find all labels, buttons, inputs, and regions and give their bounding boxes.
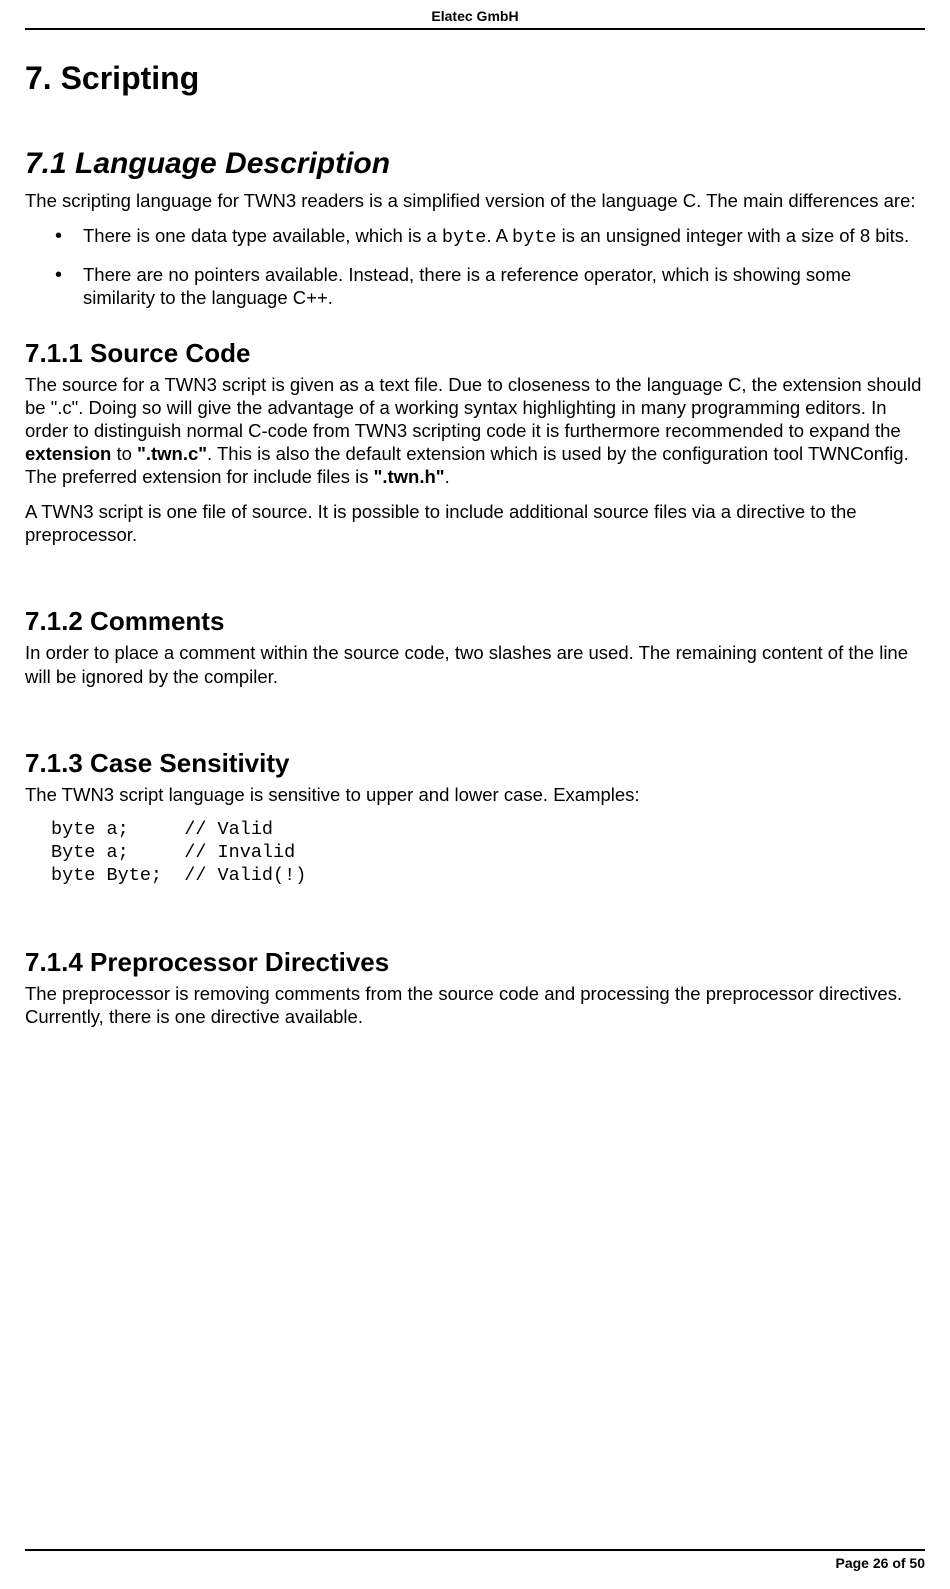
page-content: 7. Scripting 7.1 Language Description Th… bbox=[25, 30, 925, 1028]
bullet-1-code-2: byte bbox=[512, 227, 556, 248]
section-7-1-2-heading: 7.1.2 Comments bbox=[25, 606, 925, 637]
section-7-1-1-p2: A TWN3 script is one file of source. It … bbox=[25, 500, 925, 546]
section-7-1-heading: 7.1 Language Description bbox=[25, 147, 925, 181]
p1-bold-extension: extension bbox=[25, 443, 111, 464]
page-number: Page 26 of 50 bbox=[836, 1555, 926, 1571]
section-7-1-1-p1: The source for a TWN3 script is given as… bbox=[25, 373, 925, 489]
section-7-1-4-heading: 7.1.4 Preprocessor Directives bbox=[25, 947, 925, 978]
section-7-1-4-p1: The preprocessor is removing comments fr… bbox=[25, 982, 925, 1028]
p1-bold-twn-c: ".twn.c" bbox=[137, 443, 207, 464]
section-7-1-1-heading: 7.1.1 Source Code bbox=[25, 338, 925, 369]
company-name: Elatec GmbH bbox=[431, 8, 518, 24]
bullet-1-text-b: . A bbox=[486, 225, 512, 246]
bullet-1-code-1: byte bbox=[442, 227, 486, 248]
bullet-2: There are no pointers available. Instead… bbox=[25, 263, 925, 309]
section-7-1-3-heading: 7.1.3 Case Sensitivity bbox=[25, 748, 925, 779]
p1-part-c: to bbox=[111, 443, 137, 464]
section-7-1-3-p1: The TWN3 script language is sensitive to… bbox=[25, 783, 925, 806]
bullet-1-text-a: There is one data type available, which … bbox=[83, 225, 442, 246]
chapter-heading: 7. Scripting bbox=[25, 60, 925, 97]
code-example-case-sensitivity: byte a; // Valid Byte a; // Invalid byte… bbox=[51, 818, 925, 887]
p1-bold-twn-h: ".twn.h" bbox=[374, 466, 445, 487]
page-footer: Page 26 of 50 bbox=[25, 1549, 925, 1571]
p1-part-e: . bbox=[445, 466, 450, 487]
bullet-1-text-c: is an unsigned integer with a size of 8 … bbox=[556, 225, 909, 246]
bullet-1: There is one data type available, which … bbox=[25, 224, 925, 249]
p1-part-a: The source for a TWN3 script is given as… bbox=[25, 374, 921, 441]
page-header: Elatec GmbH bbox=[25, 0, 925, 30]
section-7-1-intro: The scripting language for TWN3 readers … bbox=[25, 189, 925, 212]
section-7-1-2-p1: In order to place a comment within the s… bbox=[25, 641, 925, 687]
section-7-1-bullets: There is one data type available, which … bbox=[25, 224, 925, 309]
